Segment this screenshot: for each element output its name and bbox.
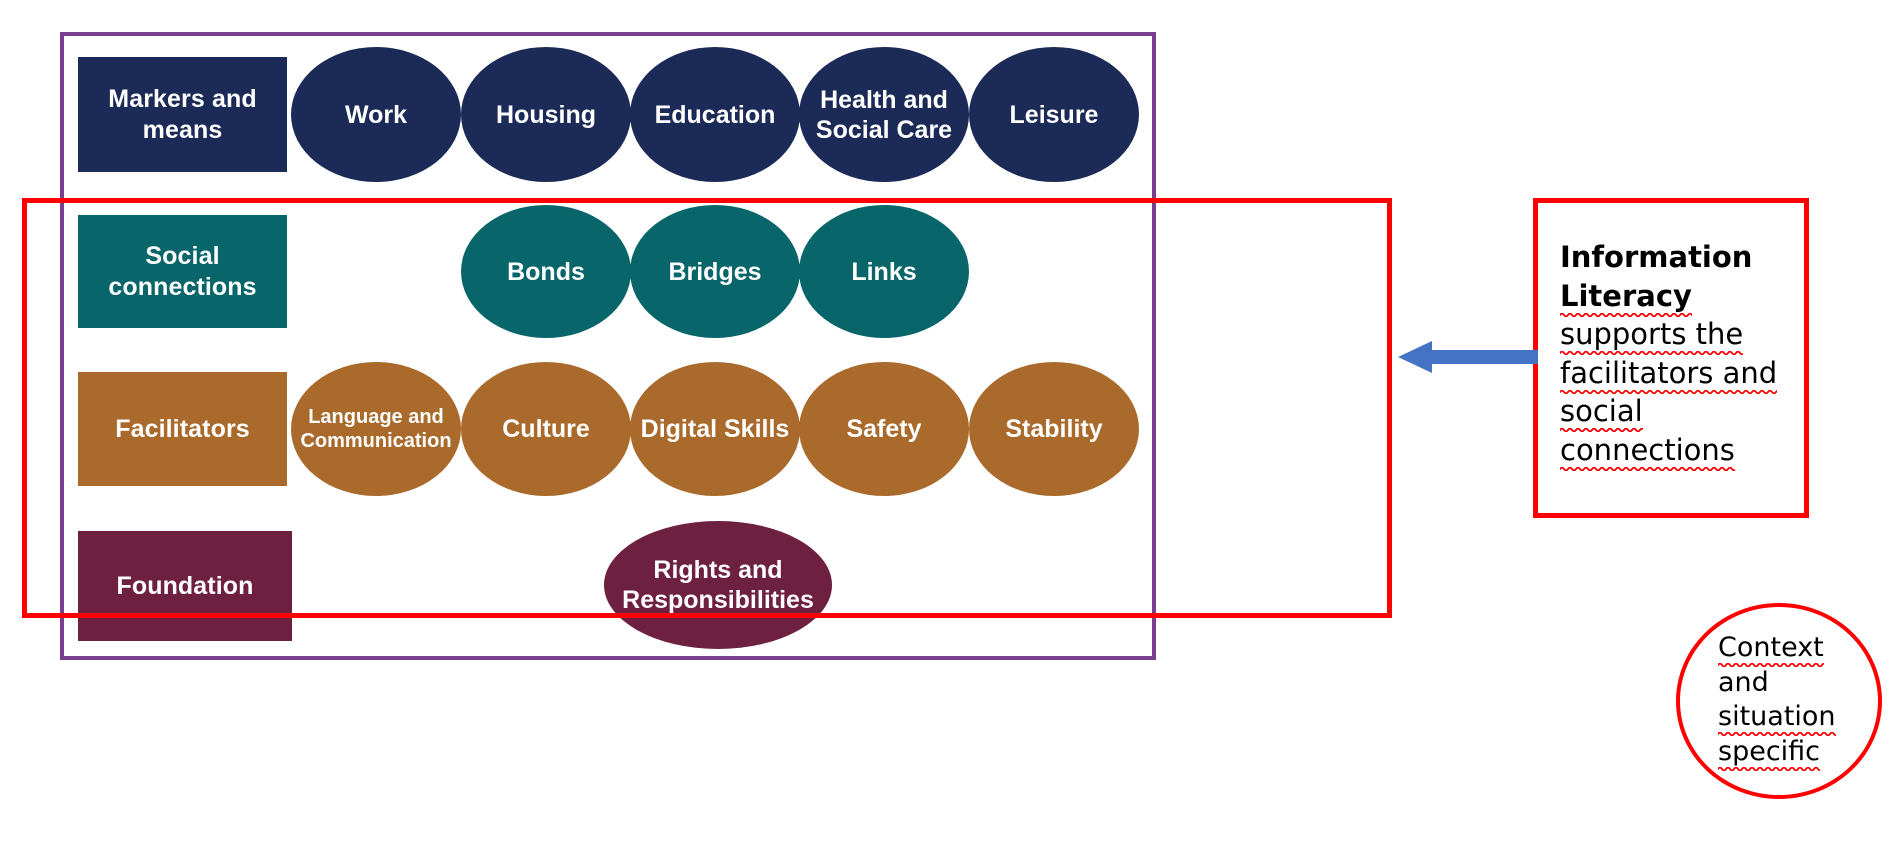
- annotation-circle-text: Context and situation specific: [1718, 631, 1868, 769]
- annotation-circle-line4: specific: [1718, 735, 1868, 770]
- annotation-circle-line2: and: [1718, 666, 1769, 698]
- category-box-markers-and-means[interactable]: Markers and means: [78, 57, 287, 172]
- node-leisure[interactable]: Leisure: [969, 47, 1139, 182]
- annotation-note-text: Information Literacy supports the facili…: [1560, 238, 1792, 469]
- left-arrow-icon: [1398, 341, 1538, 373]
- annotation-note-line2: Literacy: [1560, 277, 1792, 316]
- annotation-note-line4: facilitators and: [1560, 354, 1792, 393]
- highlight-rectangle-facilitators-social: [22, 198, 1392, 618]
- annotation-circle-line1: Context: [1718, 631, 1868, 666]
- node-housing[interactable]: Housing: [461, 47, 631, 182]
- annotation-circle-line3: situation: [1718, 700, 1868, 735]
- diagram-canvas: Markers and means Work Housing Education…: [0, 0, 1894, 842]
- annotation-note-line5: social: [1560, 392, 1792, 431]
- annotation-note-line1: Information: [1560, 240, 1753, 274]
- annotation-note-line3: supports the: [1560, 315, 1792, 354]
- node-health-and-social-care[interactable]: Health and Social Care: [799, 47, 969, 182]
- node-work[interactable]: Work: [291, 47, 461, 182]
- node-education[interactable]: Education: [630, 47, 800, 182]
- annotation-note-line6: connections: [1560, 431, 1792, 470]
